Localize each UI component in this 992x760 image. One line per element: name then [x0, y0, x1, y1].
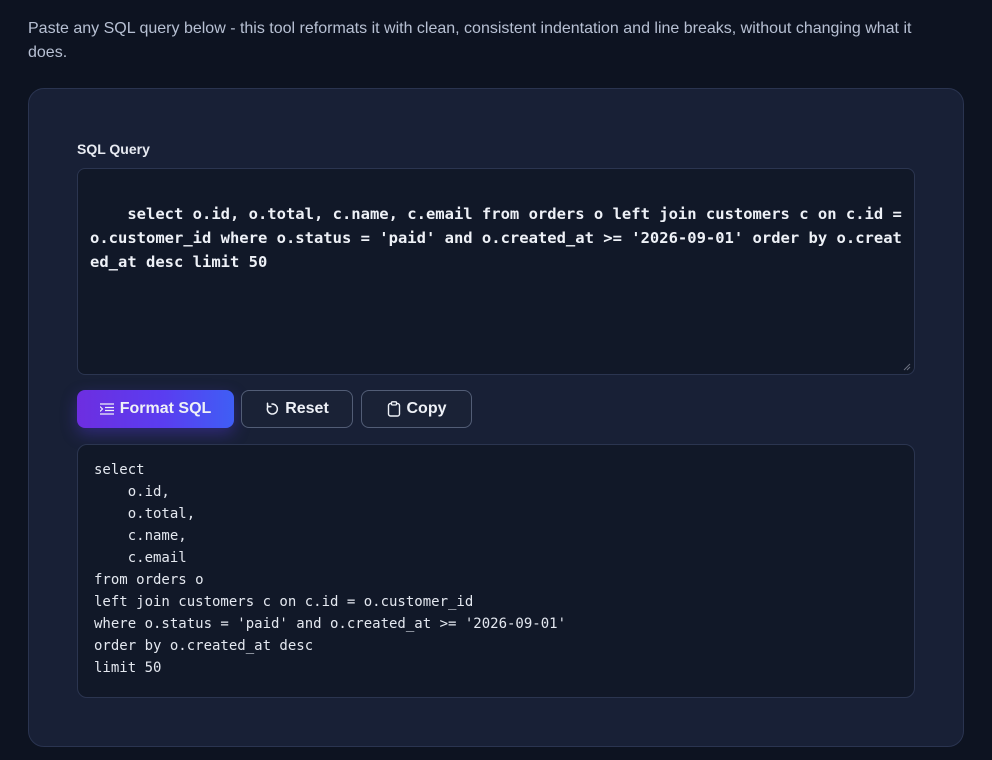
sql-query-label: SQL Query	[77, 141, 150, 157]
refresh-icon	[266, 402, 279, 415]
output-line: o.id,	[94, 484, 170, 500]
clipboard-icon	[387, 401, 400, 417]
sql-query-input[interactable]: select o.id, o.total, c.name, c.email fr…	[77, 168, 915, 375]
output-line: c.name,	[94, 528, 187, 544]
output-line: left join customers c on c.id = o.custom…	[94, 594, 474, 610]
intro-text: Paste any SQL query below - this tool re…	[28, 20, 912, 61]
format-sql-label: Format SQL	[119, 400, 212, 417]
output-line: o.total,	[94, 506, 196, 522]
copy-label: Copy	[406, 400, 447, 417]
reset-label: Reset	[285, 400, 329, 417]
copy-button[interactable]: Copy	[361, 390, 472, 428]
formatted-output[interactable]: select o.id, o.total, c.name, c.email fr…	[77, 444, 915, 698]
output-line: c.email	[94, 550, 187, 566]
sql-query-value: select o.id, o.total, c.name, c.email fr…	[90, 205, 912, 271]
output-line: where o.status = 'paid' and o.created_at…	[94, 616, 567, 632]
reset-button[interactable]: Reset	[241, 390, 353, 428]
format-indent-icon	[99, 403, 114, 415]
output-line: select	[94, 462, 145, 478]
output-line: limit 50	[94, 660, 162, 676]
formatter-card: SQL Query select o.id, o.total, c.name, …	[28, 88, 964, 747]
output-line: from orders o	[94, 572, 204, 588]
output-line: order by o.created_at desc	[94, 638, 314, 654]
format-sql-button[interactable]: Format SQL	[77, 390, 234, 428]
resize-handle-icon[interactable]	[903, 363, 911, 371]
